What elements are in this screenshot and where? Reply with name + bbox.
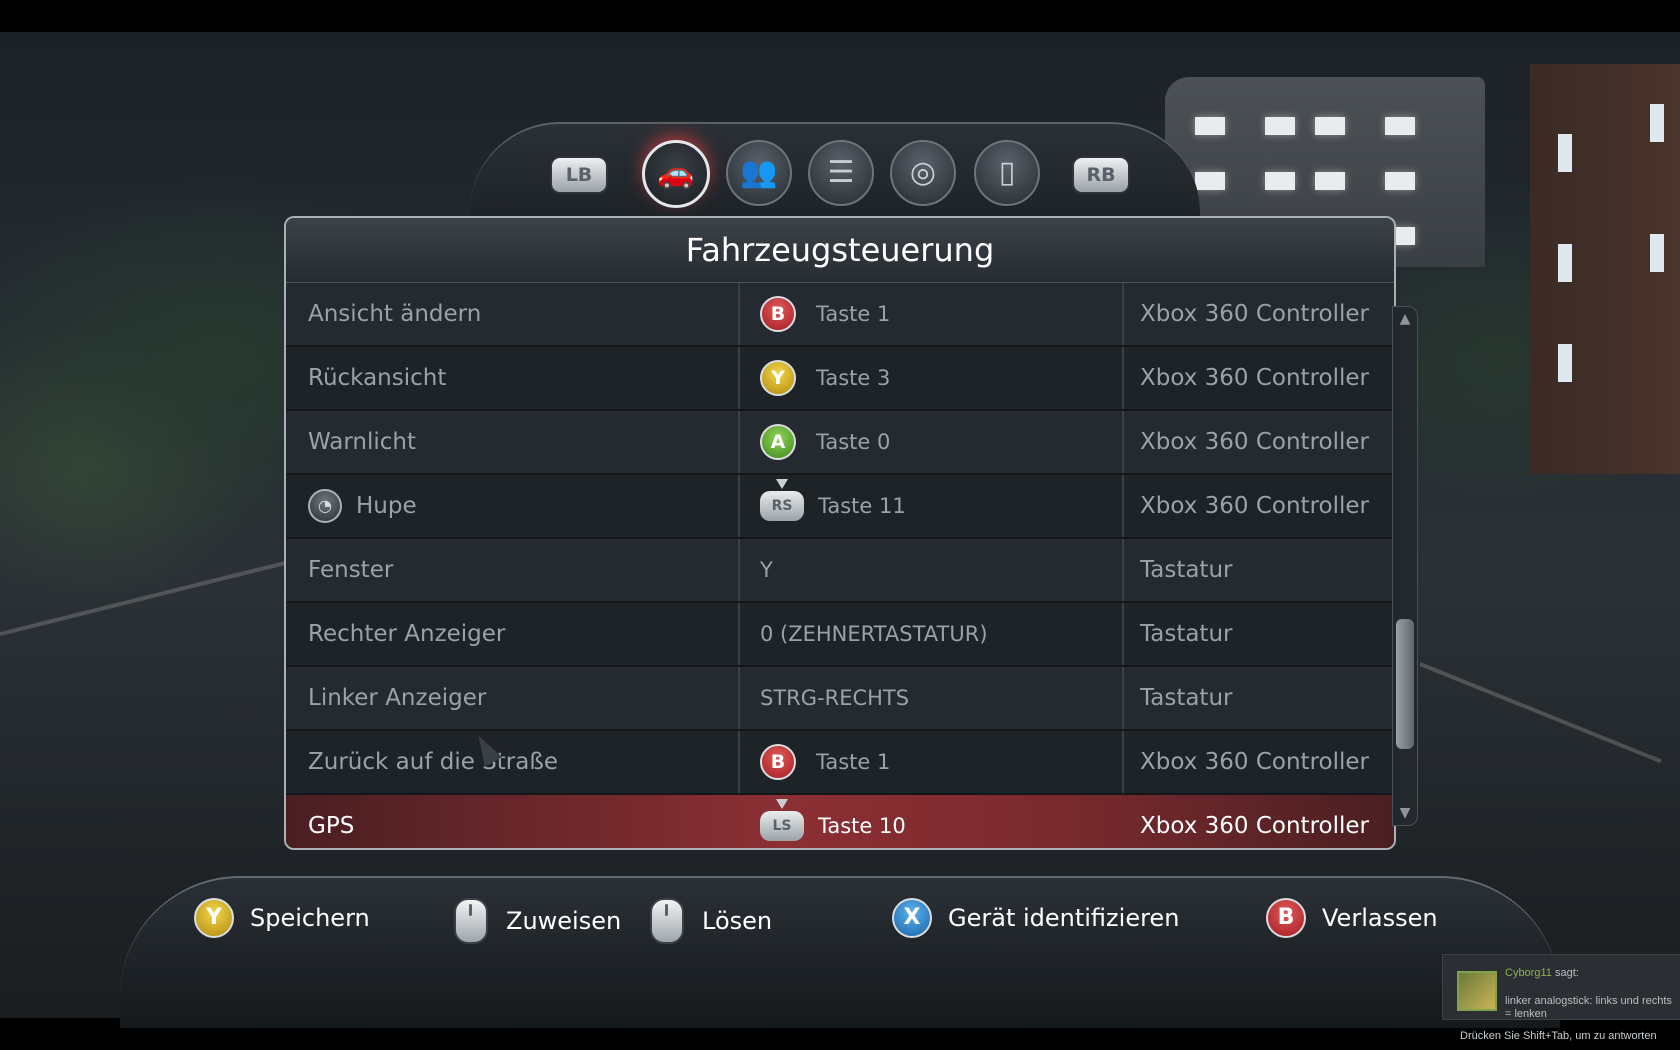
binding-label: STRG-RECHTS (738, 667, 1122, 729)
binding-label: Taste 10 (818, 814, 906, 838)
binding-label: Taste 3 (816, 366, 891, 390)
avatar (1457, 971, 1497, 1011)
scroll-up-icon[interactable]: ▲ (1393, 311, 1417, 327)
chat-notification[interactable]: Cyborg11 sagt: linker analogstick: links… (1442, 954, 1680, 1020)
mouse-icon: ▯ (998, 155, 1016, 190)
exit-action[interactable]: B Verlassen (1266, 898, 1438, 938)
controls-table: Ansicht ändern B Taste 1 Xbox 360 Control… (286, 283, 1394, 848)
binding-label: Taste 11 (818, 494, 906, 518)
device-label: Tastatur (1122, 603, 1394, 665)
action-label: Hupe (356, 493, 417, 519)
left-stick-icon: LS (760, 799, 804, 841)
y-button-icon: Y (760, 360, 796, 396)
lb-bumper-button[interactable]: LB (550, 156, 608, 194)
chat-sender: Cyborg11 (1505, 967, 1552, 979)
controls-panel: Fahrzeugsteuerung Ansicht ändern B Taste … (284, 216, 1396, 850)
release-action[interactable]: Lösen (650, 898, 772, 944)
action-label: Ansicht ändern (308, 301, 482, 327)
scroll-down-icon[interactable]: ▼ (1393, 805, 1417, 821)
device-label: Xbox 360 Controller (1122, 411, 1394, 473)
y-button-icon: Y (194, 898, 234, 938)
exit-label: Verlassen (1322, 904, 1438, 932)
background-tower (1530, 64, 1680, 474)
action-label: Zurück auf die Straße (308, 749, 558, 775)
scroll-thumb[interactable] (1396, 619, 1414, 749)
device-label: Xbox 360 Controller (1122, 347, 1394, 409)
action-label: Linker Anzeiger (308, 685, 487, 711)
car-icon: 🚗 (657, 156, 695, 191)
table-row[interactable]: Linker Anzeiger STRG-RECHTS Tastatur (286, 667, 1394, 731)
binding-label: Taste 0 (816, 430, 891, 454)
action-label: Warnlicht (308, 429, 417, 455)
device-label: Xbox 360 Controller (1122, 475, 1394, 537)
chat-message: linker analogstick: links und rechts = l… (1505, 995, 1672, 1020)
table-row[interactable]: Rechter Anzeiger 0 (ZEHNERTASTATUR) Tast… (286, 603, 1394, 667)
steering-joystick-icon: ◎ (909, 155, 937, 190)
binding-label: Y (738, 539, 1122, 601)
a-button-icon: A (760, 424, 796, 460)
x-button-icon: X (892, 898, 932, 938)
tab-character-controls[interactable]: 👥 (726, 140, 792, 206)
identify-device-action[interactable]: X Gerät identifizieren (892, 898, 1179, 938)
people-icon: 👥 (740, 155, 778, 190)
scrollbar[interactable]: ▲ ▼ (1392, 306, 1418, 826)
device-label: Xbox 360 Controller (1122, 283, 1394, 345)
assign-label: Zuweisen (506, 907, 622, 935)
horn-icon: ◔ (308, 489, 342, 523)
save-action[interactable]: Y Speichern (194, 898, 370, 938)
table-row[interactable]: Fenster Y Tastatur (286, 539, 1394, 603)
identify-label: Gerät identifizieren (948, 904, 1180, 932)
chat-says: sagt: (1554, 967, 1579, 979)
action-label: Fenster (308, 557, 394, 583)
binding-label: Taste 1 (816, 750, 891, 774)
table-row[interactable]: Ansicht ändern B Taste 1 Xbox 360 Control… (286, 283, 1394, 347)
table-row-selected[interactable]: GPS LS Taste 10 Xbox 360 Controller (286, 795, 1394, 848)
right-mouse-icon (650, 898, 684, 944)
device-label: Xbox 360 Controller (1122, 731, 1394, 793)
device-label: Tastatur (1122, 539, 1394, 601)
action-label: GPS (308, 813, 355, 839)
tab-mouse-settings[interactable]: ▯ (974, 140, 1040, 206)
tab-vehicle-controls[interactable]: 🚗 (642, 140, 710, 208)
save-label: Speichern (250, 904, 370, 932)
right-stick-icon: RS (760, 479, 804, 521)
tab-controller-settings[interactable]: ◎ (890, 140, 956, 206)
table-row[interactable]: ◔ Hupe RS Taste 11 Xbox 360 Controller (286, 475, 1394, 539)
binding-label: 0 (ZEHNERTASTATUR) (738, 603, 1122, 665)
reply-hint: Drücken Sie Shift+Tab, um zu antworten (1460, 1030, 1657, 1042)
action-label: Rückansicht (308, 365, 447, 391)
table-row[interactable]: Warnlicht A Taste 0 Xbox 360 Controller (286, 411, 1394, 475)
assign-action[interactable]: Zuweisen (454, 898, 621, 944)
rb-bumper-button[interactable]: RB (1072, 156, 1130, 194)
tab-general-settings[interactable]: ☰ (808, 140, 874, 206)
device-label: Tastatur (1122, 667, 1394, 729)
b-button-icon: B (1266, 898, 1306, 938)
action-label: Rechter Anzeiger (308, 621, 506, 647)
left-mouse-icon (454, 898, 488, 944)
page-title: Fahrzeugsteuerung (286, 218, 1394, 283)
table-row[interactable]: Zurück auf die Straße B Taste 1 Xbox 360 … (286, 731, 1394, 795)
b-button-icon: B (760, 296, 796, 332)
device-label: Xbox 360 Controller (1140, 813, 1369, 839)
release-label: Lösen (702, 907, 773, 935)
table-row[interactable]: Rückansicht Y Taste 3 Xbox 360 Controller (286, 347, 1394, 411)
b-button-icon: B (760, 744, 796, 780)
binding-label: Taste 1 (816, 302, 891, 326)
settings-list-icon: ☰ (827, 155, 855, 190)
